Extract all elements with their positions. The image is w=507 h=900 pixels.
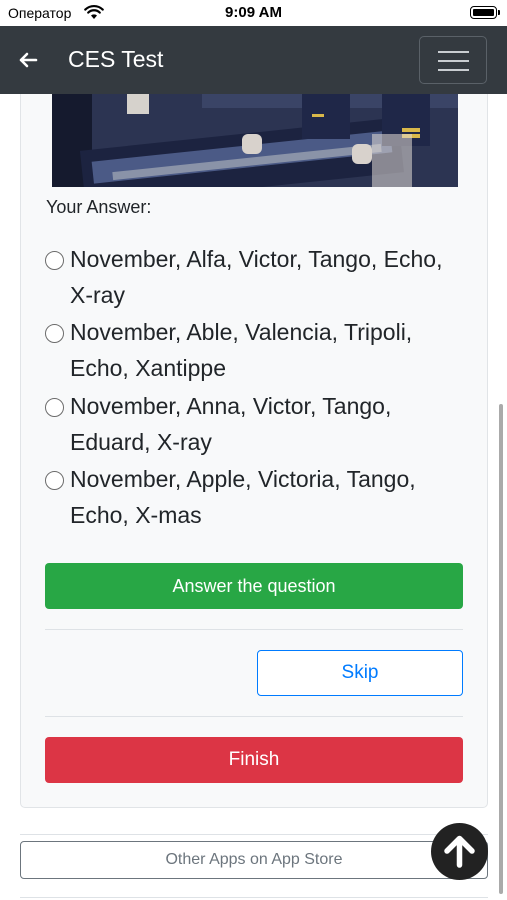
option-line: November, Anna, Victor, Tango, [70,393,392,419]
divider [45,716,463,717]
answer-button[interactable]: Answer the question [45,563,463,609]
question-image [52,94,458,187]
arrow-left-icon[interactable] [14,46,42,74]
status-time: 9:09 AM [225,4,282,21]
option-line: X-ray [70,282,125,308]
radio-button[interactable] [45,471,64,490]
hamburger-menu-icon [438,51,469,53]
status-bar: Оператор 9:09 AM [0,0,507,26]
battery-icon [470,6,500,19]
radio-button[interactable] [45,398,64,417]
radio-button[interactable] [45,251,64,270]
finish-button[interactable]: Finish [45,737,463,783]
option-line: November, Able, Valencia, Tripoli, [70,319,413,345]
answer-option[interactable]: November, Anna, Victor, Tango, Eduard, X… [44,388,464,460]
menu-toggle-button[interactable] [419,36,487,84]
scrollbar[interactable] [499,404,503,894]
answer-option[interactable]: November, Alfa, Victor, Tango, Echo, X-r… [44,241,464,313]
option-line: Echo, Xantippe [70,355,227,381]
page-title: CES Test [68,46,164,72]
option-line: Eduard, X-ray [70,429,212,455]
answer-option[interactable]: November, Apple, Victoria, Tango, Echo, … [44,461,464,533]
answer-option[interactable]: November, Able, Valencia, Tripoli, Echo,… [44,314,464,386]
divider [20,897,488,898]
scroll-to-top-button[interactable] [431,823,488,880]
skip-button[interactable]: Skip [257,650,463,696]
answer-prompt: Your Answer: [46,197,152,217]
arrow-up-icon [444,835,475,868]
option-line: November, Apple, Victoria, Tango, [70,466,416,492]
top-navbar: CES Test [0,26,507,94]
radio-button[interactable] [45,324,64,343]
divider [45,629,463,630]
other-apps-button[interactable]: Other Apps on App Store [20,841,488,879]
option-line: November, Alfa, Victor, Tango, Echo, [70,246,443,272]
divider [20,834,488,835]
option-line: Echo, X-mas [70,502,202,528]
